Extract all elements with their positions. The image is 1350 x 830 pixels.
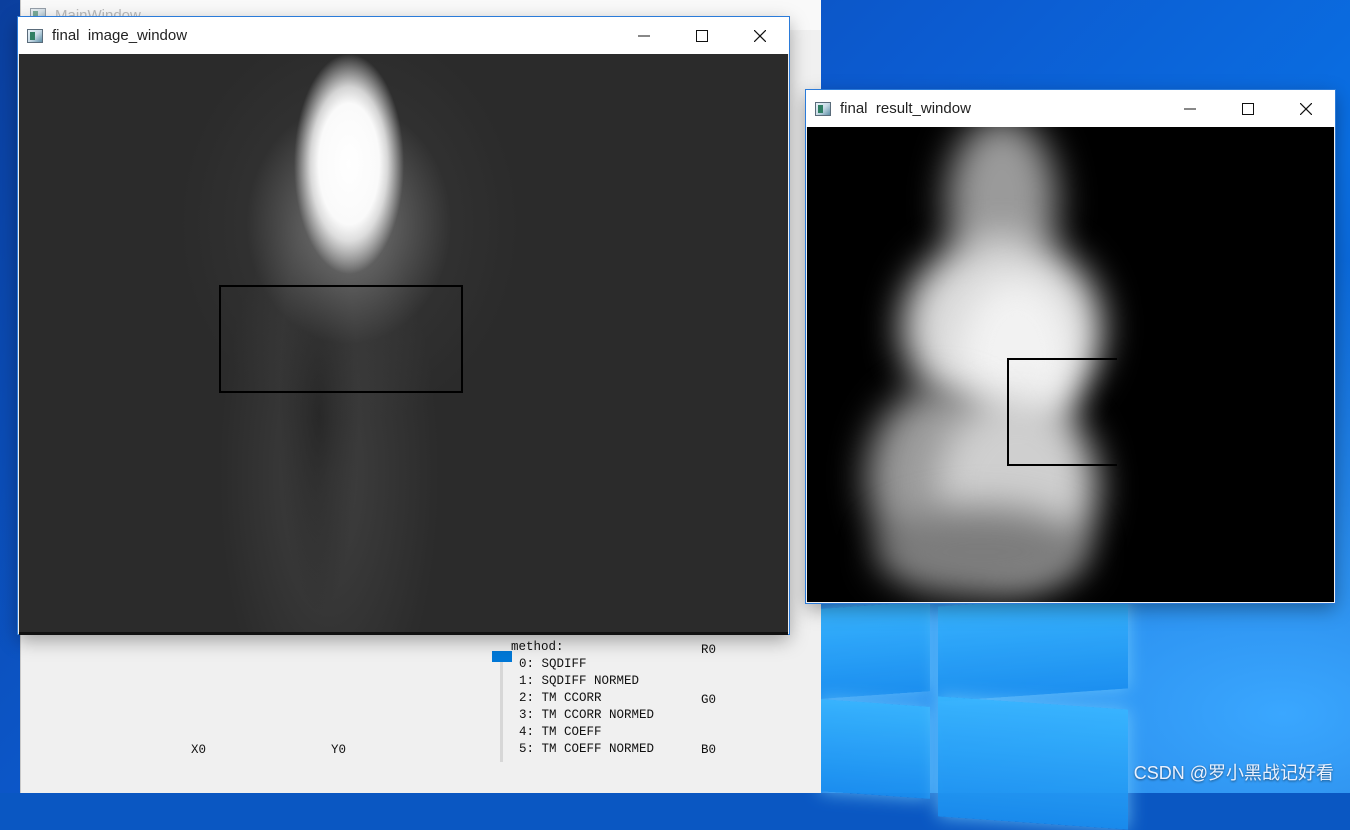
- maximize-button[interactable]: [673, 17, 731, 54]
- windows-logo: [820, 593, 1135, 830]
- b-readout: B0: [701, 743, 717, 757]
- method-slider-track[interactable]: [500, 660, 503, 762]
- method-slider-thumb[interactable]: [492, 651, 512, 662]
- minimize-button[interactable]: [1161, 90, 1219, 127]
- minimize-icon: [1184, 108, 1196, 109]
- result-window-titlebar[interactable]: final result_window: [806, 90, 1335, 127]
- method-option-4: 4: TM COEFF: [519, 725, 602, 739]
- maximize-icon: [696, 29, 708, 42]
- y-readout: Y0: [331, 743, 347, 757]
- method-option-0: 0: SQDIFF: [519, 657, 587, 671]
- r-readout: R0: [701, 643, 717, 657]
- watermark: CSDN @罗小黑战记好看: [1133, 763, 1334, 783]
- result-canvas[interactable]: [807, 127, 1334, 602]
- x-readout: X0: [191, 743, 207, 757]
- image-window: final image_window: [18, 17, 789, 635]
- g-readout: G0: [701, 693, 717, 707]
- close-icon: [1300, 102, 1312, 115]
- result-window-title: final result_window: [840, 100, 971, 117]
- image-window-titlebar[interactable]: final image_window: [18, 17, 789, 54]
- maximize-icon: [1242, 102, 1254, 115]
- result-window: final result_window: [806, 90, 1335, 603]
- minimize-icon: [638, 35, 650, 36]
- method-option-2: 2: TM CCORR: [519, 691, 602, 705]
- app-icon: [27, 28, 43, 43]
- match-rectangle: [1007, 358, 1117, 466]
- maximize-button[interactable]: [1219, 90, 1277, 127]
- method-option-5: 5: TM COEFF NORMED: [519, 742, 655, 756]
- method-option-3: 3: TM CCORR NORMED: [519, 708, 655, 722]
- close-icon: [754, 29, 766, 42]
- method-label: method:: [511, 640, 564, 654]
- close-button[interactable]: [731, 17, 789, 54]
- image-canvas[interactable]: [19, 54, 788, 635]
- match-rectangle: [219, 285, 463, 393]
- minimize-button[interactable]: [615, 17, 673, 54]
- image-window-title: final image_window: [52, 27, 188, 44]
- close-button[interactable]: [1277, 90, 1335, 127]
- method-option-1: 1: SQDIFF NORMED: [519, 674, 640, 688]
- app-icon: [815, 101, 831, 116]
